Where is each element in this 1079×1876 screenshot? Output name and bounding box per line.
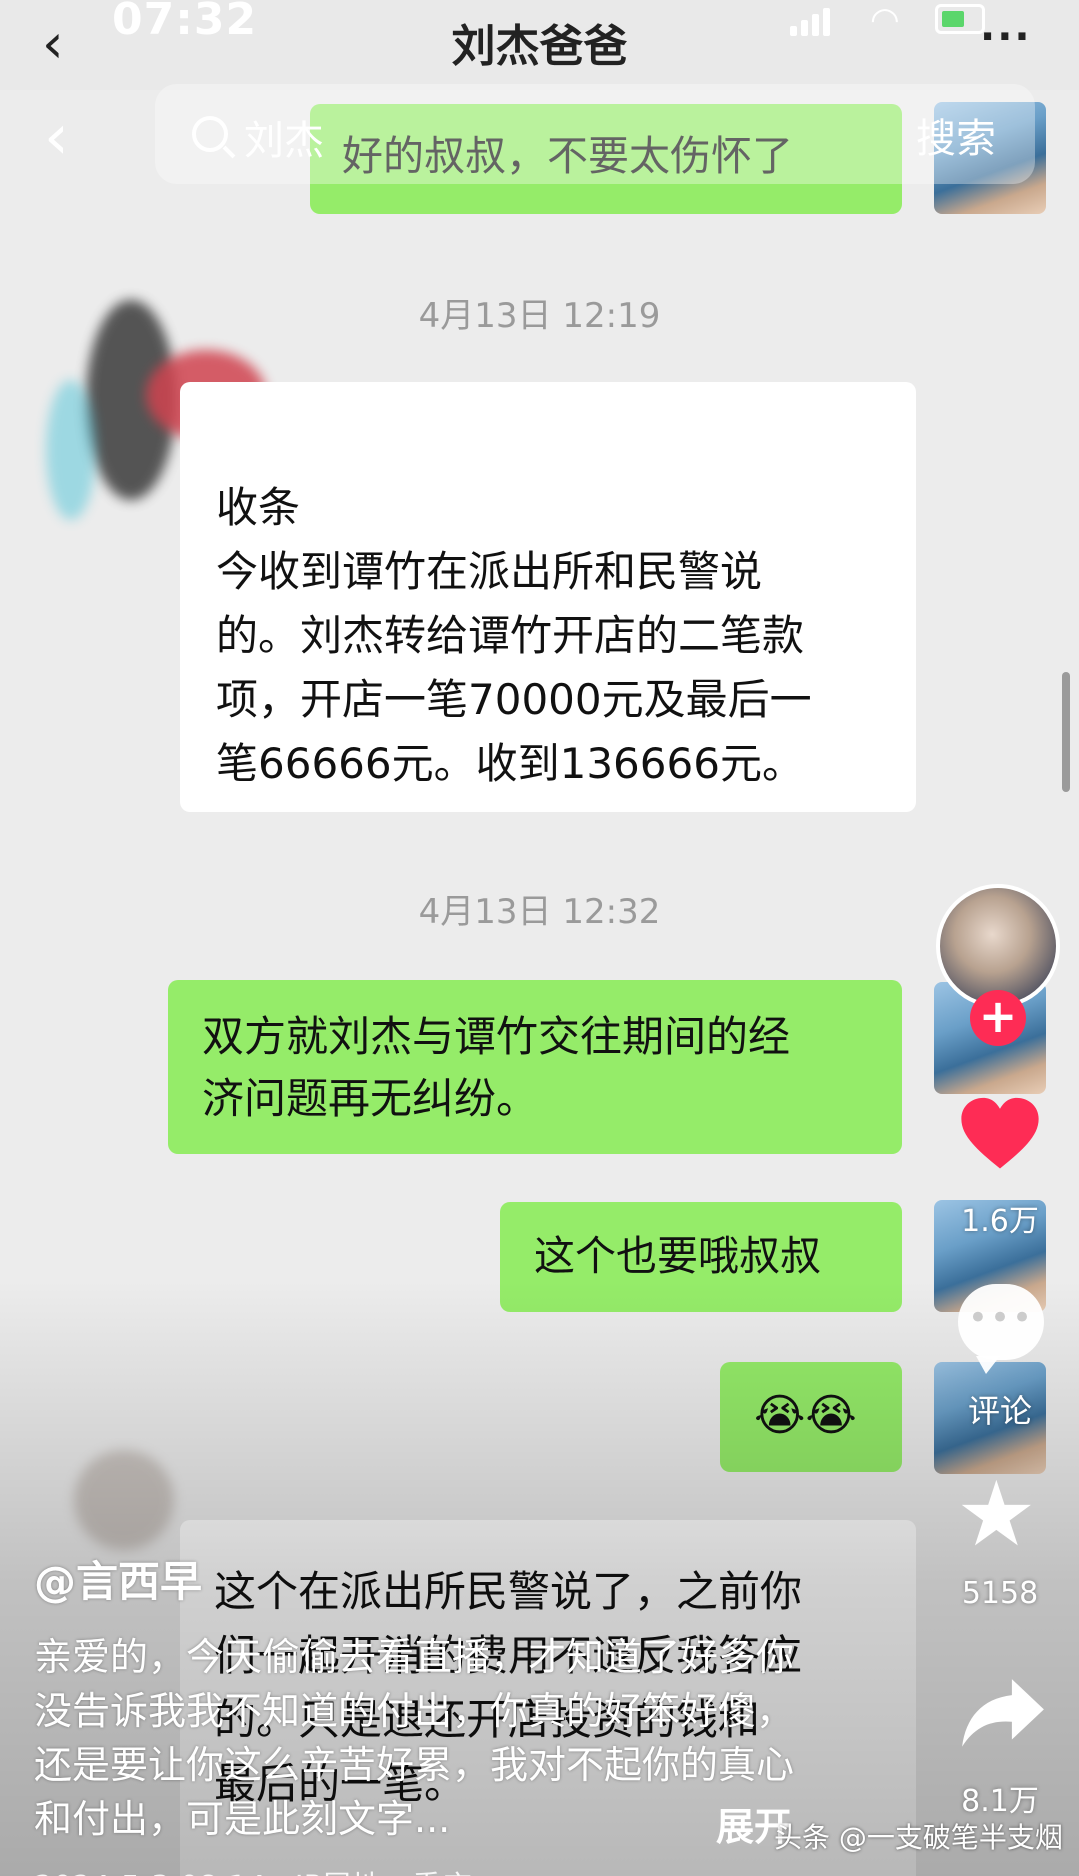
favorite-star-icon[interactable]: ★: [956, 1470, 1037, 1560]
message-timestamp: 4月13日 12:32: [418, 892, 661, 932]
message-bubble[interactable]: 这个也要哦叔叔: [500, 1202, 902, 1312]
follow-button[interactable]: +: [970, 990, 1026, 1046]
message-bubble[interactable]: 双方就刘杰与谭竹交往期间的经 济问题再无纠纷。: [168, 980, 902, 1154]
message-line: 项，开店一笔70000元及最后一: [216, 675, 812, 724]
status-bar: ‹ 07:32 刘杰爸爸 ◠ ···: [0, 0, 1079, 90]
message-line: 这个在派出所民警说了，之前你: [214, 1567, 803, 1616]
back-arrow-icon[interactable]: ‹: [44, 100, 69, 173]
message-bubble[interactable]: 😭😭: [720, 1362, 902, 1472]
search-icon: [192, 116, 228, 152]
comment-dots-icon: •••: [967, 1298, 1035, 1338]
comment-label: 评论: [967, 1392, 1032, 1430]
watermark: 头条 @一支破笔半支烟: [774, 1821, 1063, 1854]
wifi-icon: ◠: [870, 0, 900, 40]
emoji-text: 😭😭: [754, 1390, 857, 1441]
scrollbar[interactable]: [1062, 672, 1070, 792]
signal-icon: [790, 6, 830, 36]
message-bubble[interactable]: 收条 今收到谭竹在派出所和民警说 的。刘杰转给谭竹开店的二笔款 项，开店一笔70…: [180, 382, 916, 812]
share-count: 8.1万: [961, 1784, 1039, 1819]
chat-title: 刘杰爸爸: [451, 21, 628, 72]
share-arrow-icon[interactable]: [958, 1672, 1048, 1752]
heart-icon[interactable]: [958, 1092, 1042, 1176]
caption-meta: 2024-5-3 08:14 · IP属地：重庆: [34, 1862, 472, 1876]
message-line: 的。刘杰转给谭竹开店的二笔款: [216, 611, 805, 660]
like-count: 1.6万: [961, 1204, 1039, 1239]
message-line: 济问题再无纠纷。: [202, 1074, 539, 1123]
battery-icon: [935, 4, 985, 34]
message-text: 这个也要哦叔叔: [534, 1232, 821, 1280]
search-button[interactable]: 搜索: [916, 106, 996, 164]
message-line: 双方就刘杰与谭竹交往期间的经: [202, 1012, 791, 1061]
message-line: 今收到谭竹在派出所和民警说: [216, 547, 763, 596]
search-input[interactable]: 刘杰: [244, 108, 324, 166]
caption-text: 亲爱的，今天偷偷去看直播，才知道了好多你没告诉我我不知道的付出，你真的好笨好傻，…: [34, 1635, 795, 1841]
favorite-count: 5158: [961, 1576, 1039, 1611]
message-line: 收条: [216, 483, 301, 532]
caption-author[interactable]: @言西早: [34, 1548, 202, 1609]
more-options-icon[interactable]: ···: [980, 14, 1032, 60]
message-line: 笔66666元。收到136666元。: [216, 739, 804, 788]
